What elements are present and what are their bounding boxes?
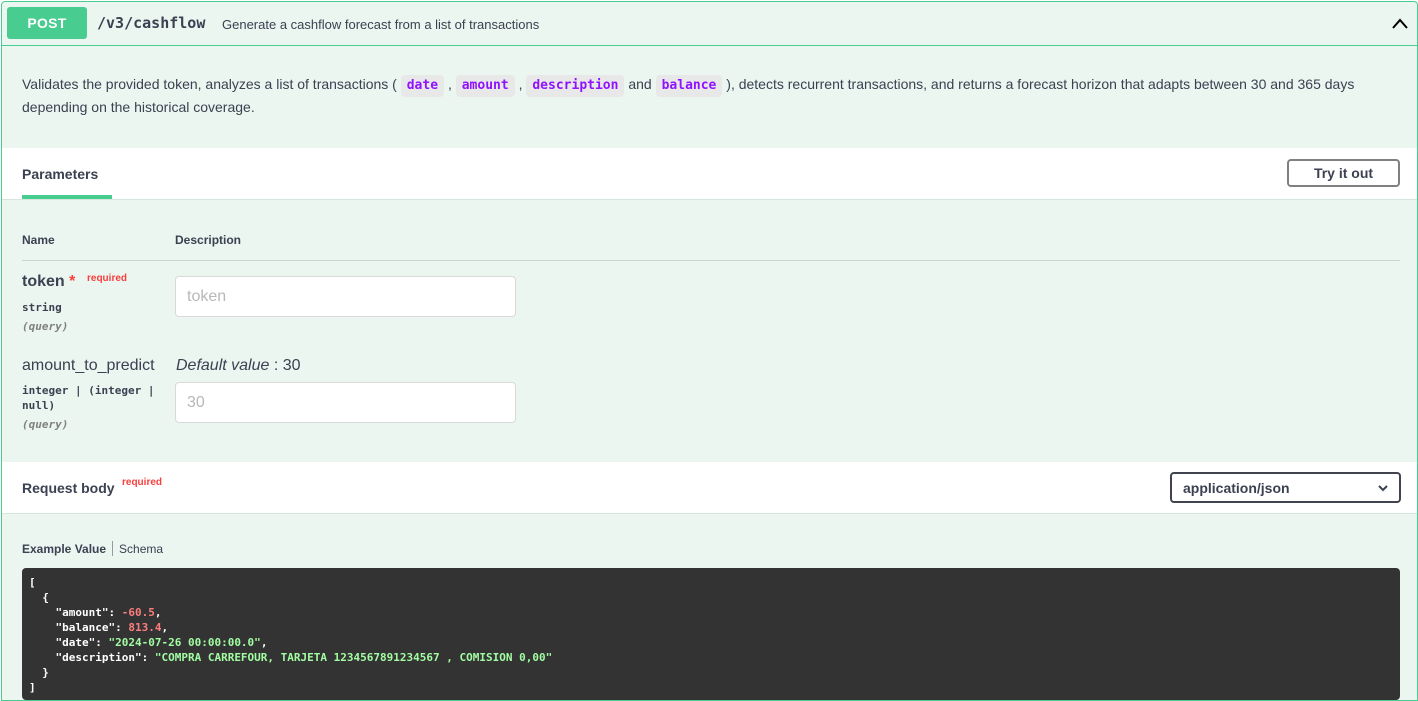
required-label: required <box>87 273 128 284</box>
tab-divider <box>112 541 114 556</box>
param-in-token: (query) <box>22 320 69 333</box>
chevron-down-icon <box>1378 485 1388 492</box>
request-body-required: required <box>122 477 163 488</box>
param-type-line2: null) <box>22 399 56 412</box>
code-description: description <box>526 75 625 97</box>
method-badge: POST <box>7 7 87 39</box>
required-star: * <box>69 273 76 290</box>
code-amount: amount <box>455 75 515 97</box>
param-name-token: token * <box>22 273 76 290</box>
content-type-select[interactable]: application/json <box>1170 472 1401 503</box>
col-header-name: Name <box>22 233 55 247</box>
chevron-up-icon[interactable] <box>1390 14 1410 34</box>
param-name-amount-to-predict: amount_to_predict <box>22 357 155 374</box>
tab-example-value[interactable]: Example Value <box>22 542 106 556</box>
tab-schema[interactable]: Schema <box>119 542 163 556</box>
operation-description: Validates the provided token, analyzes a… <box>22 75 1355 115</box>
request-body-header: Request body required application/json <box>2 462 1417 514</box>
summary-description: Generate a cashflow forecast from a list… <box>222 17 540 32</box>
col-header-description: Description <box>175 233 242 247</box>
param-in-amount: (query) <box>22 418 69 431</box>
post-cashflow-opblock: POST /v3/cashflow Generate a cashflow fo… <box>1 1 1418 701</box>
parameters-header: Parameters Try it out <box>2 148 1417 200</box>
param-type-token: string <box>22 301 62 314</box>
default-value: Default value : 30 <box>176 357 301 374</box>
opblock-summary[interactable]: POST /v3/cashflow Generate a cashflow fo… <box>2 2 1417 46</box>
parameters-tab[interactable]: Parameters <box>22 166 98 182</box>
example-tabs: Example Value Schema <box>22 541 163 556</box>
token-input[interactable] <box>175 276 516 317</box>
code-balance: balance <box>655 75 723 97</box>
parameters-tab-underline <box>22 195 112 199</box>
table-divider <box>22 260 1400 261</box>
try-it-out-button[interactable]: Try it out <box>1287 159 1400 187</box>
request-body-title: Request body <box>22 480 115 496</box>
endpoint-path: /v3/cashflow <box>97 14 206 32</box>
code-date: date <box>400 75 445 97</box>
param-type-line1: integer | (integer | <box>22 384 155 397</box>
amount-to-predict-input[interactable] <box>175 382 516 423</box>
example-json-code: [ { "amount": -60.5, "balance": 813.4, "… <box>22 568 1400 700</box>
